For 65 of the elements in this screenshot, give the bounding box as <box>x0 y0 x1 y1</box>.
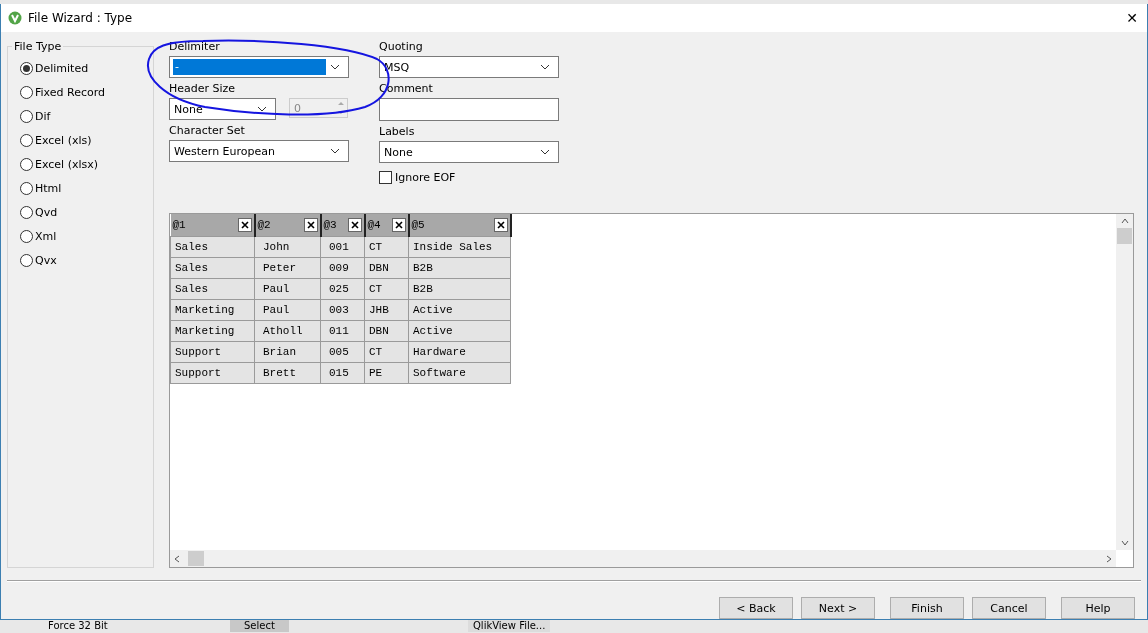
radio-option[interactable]: Dif <box>20 107 153 125</box>
radio-option[interactable]: Qvx <box>20 251 153 269</box>
table-cell: 001 <box>320 236 365 257</box>
remove-column-icon[interactable] <box>237 217 252 232</box>
ignore-eof-checkbox[interactable]: Ignore EOF <box>379 171 559 184</box>
table-cell: Marketing <box>170 299 255 320</box>
table-cell: Sales <box>170 257 255 278</box>
table-cell: Support <box>170 362 255 383</box>
scroll-left-icon[interactable] <box>174 554 180 563</box>
table-cell: Sales <box>170 278 255 299</box>
chevron-down-icon <box>330 64 340 70</box>
table-cell: Sales <box>170 236 255 257</box>
radio-option[interactable]: Fixed Record <box>20 83 153 101</box>
table-cell: Inside Sales <box>408 236 511 257</box>
radio-option[interactable]: Qvd <box>20 203 153 221</box>
close-button[interactable]: ✕ <box>1117 4 1147 32</box>
table-cell: Support <box>170 341 255 362</box>
scroll-up-icon[interactable] <box>1120 218 1129 224</box>
radio-option[interactable]: Delimited <box>20 59 153 77</box>
dialog-button[interactable]: Help <box>1061 597 1135 619</box>
table-cell: John <box>254 236 321 257</box>
dialog-button[interactable]: < Back <box>719 597 793 619</box>
remove-column-icon[interactable] <box>303 217 318 232</box>
field-label: Delimiter <box>169 40 221 53</box>
table-cell: CT <box>364 236 409 257</box>
chevron-down-icon <box>540 149 550 155</box>
group-title: File Type <box>13 40 63 53</box>
scroll-down-icon[interactable] <box>1120 540 1129 546</box>
background-text: Force 32 Bit <box>48 620 108 632</box>
background-text: QlikView File... <box>468 620 551 632</box>
dialog-button[interactable]: Next > <box>801 597 875 619</box>
labels-dropdown[interactable]: None <box>379 141 559 163</box>
field-label: Labels <box>379 125 416 138</box>
window-title: File Wizard : Type <box>28 11 133 25</box>
column-header[interactable]: @5 <box>408 214 511 236</box>
scrollbar-thumb[interactable] <box>188 551 204 566</box>
field-label: Quoting <box>379 40 424 53</box>
column-header[interactable]: @1 <box>170 214 255 236</box>
scrollbar-thumb[interactable] <box>1117 228 1132 244</box>
remove-column-icon[interactable] <box>391 217 406 232</box>
header-size-dropdown[interactable]: None <box>169 98 276 120</box>
scroll-right-icon[interactable] <box>1106 554 1112 563</box>
field-label: Character Set <box>169 124 246 137</box>
column-header[interactable]: @2 <box>254 214 321 236</box>
column-header[interactable]: @4 <box>364 214 409 236</box>
table-cell: Marketing <box>170 320 255 341</box>
comment-field[interactable] <box>379 98 559 121</box>
radio-option[interactable]: Xml <box>20 227 153 245</box>
remove-column-icon[interactable] <box>347 217 362 232</box>
radio-option[interactable]: Html <box>20 179 153 197</box>
app-logo-icon <box>8 11 22 25</box>
chevron-down-icon <box>330 148 340 154</box>
delimiter-dropdown[interactable]: - <box>169 56 349 78</box>
dialog-button[interactable]: Cancel <box>972 597 1046 619</box>
remove-column-icon[interactable] <box>493 217 508 232</box>
field-label: Header Size <box>169 82 237 95</box>
column-header[interactable]: @3 <box>320 214 365 236</box>
radio-option[interactable]: Excel (xlsx) <box>20 155 153 173</box>
radio-option[interactable]: Excel (xls) <box>20 131 153 149</box>
chevron-down-icon <box>540 64 550 70</box>
quoting-dropdown[interactable]: MSQ <box>379 56 559 78</box>
character-set-dropdown[interactable]: Western European <box>169 140 349 162</box>
chevron-down-icon <box>257 106 267 112</box>
dialog-button[interactable]: Finish <box>890 597 964 619</box>
background-text: Select <box>230 620 289 632</box>
